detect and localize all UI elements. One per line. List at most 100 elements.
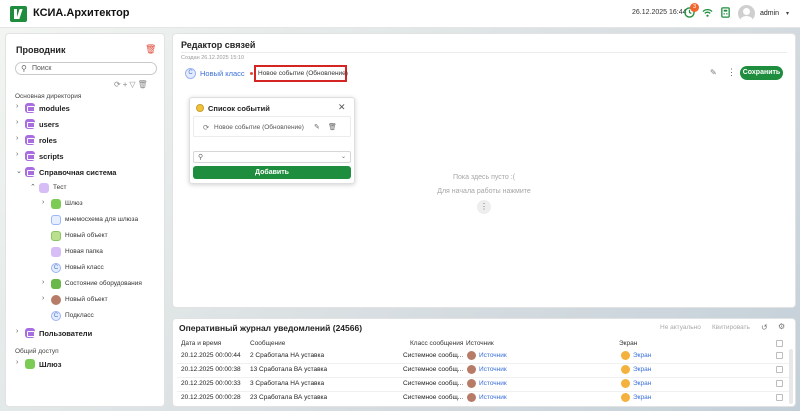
add-button[interactable]: Добавить bbox=[193, 166, 351, 179]
user-name[interactable]: admin bbox=[760, 10, 779, 17]
explorer-title: Проводник bbox=[16, 45, 66, 55]
class-icon: C bbox=[51, 311, 61, 321]
avatar bbox=[467, 365, 476, 374]
column-header-message: Сообщение bbox=[250, 340, 286, 347]
events-popup: Список событий ✕ ⟳ Новое событие (Обновл… bbox=[189, 97, 355, 184]
pencil-icon[interactable]: ✎ bbox=[710, 68, 717, 77]
folder-icon bbox=[25, 328, 35, 338]
chevron-down-icon[interactable]: ▾ bbox=[786, 10, 789, 17]
empty-hint: Для начала работы нажмите bbox=[437, 188, 531, 195]
chevron-right-icon[interactable]: › bbox=[16, 119, 18, 126]
class-icon: C bbox=[185, 68, 196, 79]
more-icon[interactable]: ⋮ bbox=[477, 200, 491, 214]
chevron-down-icon: ⌄ bbox=[341, 154, 347, 160]
mnemo-icon bbox=[51, 215, 61, 225]
table-row[interactable]: 20.12.2025 00:00:38 13 Сработала ВА уста… bbox=[173, 364, 795, 377]
history-icon[interactable]: ↺ bbox=[761, 323, 768, 332]
app-title: КСИА.Архитектор bbox=[33, 7, 130, 19]
pencil-icon[interactable]: ✎ bbox=[314, 123, 320, 131]
chevron-right-icon[interactable]: › bbox=[42, 199, 44, 206]
clock: 26.12.2025 16:44 bbox=[632, 9, 687, 16]
search-placeholder: Поиск bbox=[32, 65, 52, 72]
row-checkbox[interactable] bbox=[776, 366, 783, 373]
breadcrumb-class[interactable]: Новый класс bbox=[200, 69, 245, 78]
chevron-right-icon[interactable]: › bbox=[16, 359, 18, 366]
search-icon: ⚲ bbox=[198, 154, 204, 161]
main-directory-label: Основная директория bbox=[15, 93, 82, 100]
scrollbar[interactable] bbox=[789, 349, 793, 404]
column-header-source: Источник bbox=[466, 340, 494, 347]
table-row[interactable]: 20.12.2025 00:00:28 23 Сработала ВА уста… bbox=[173, 392, 795, 405]
shared-access-label: Общий доступ bbox=[15, 348, 59, 355]
refresh-icon: ⟳ bbox=[203, 123, 210, 132]
chevron-up-icon[interactable]: ⌃ bbox=[30, 183, 36, 191]
folder-icon bbox=[25, 167, 35, 177]
calculator-icon[interactable] bbox=[720, 7, 731, 18]
chevron-right-icon[interactable]: › bbox=[16, 328, 18, 335]
trash-icon[interactable]: 🗑 bbox=[145, 44, 156, 55]
close-icon[interactable]: ✕ bbox=[338, 102, 346, 113]
gateway-icon bbox=[51, 199, 61, 209]
event-row[interactable]: ⟳ Новое событие (Обновление) ✎ 🗑 bbox=[193, 116, 351, 137]
gateway-icon bbox=[25, 359, 35, 369]
wifi-icon[interactable] bbox=[702, 7, 713, 18]
more-icon[interactable]: ⋮ bbox=[727, 67, 736, 78]
trash-icon[interactable]: 🗑 bbox=[328, 123, 337, 131]
top-bar: КСИА.Архитектор 26.12.2025 16:44 3 admin… bbox=[0, 0, 800, 28]
row-checkbox[interactable] bbox=[776, 352, 783, 359]
chevron-right-icon[interactable]: › bbox=[16, 103, 18, 110]
chevron-right-icon[interactable]: › bbox=[16, 135, 18, 142]
notification-badge[interactable]: 3 bbox=[690, 3, 699, 12]
chevron-right-icon[interactable]: › bbox=[42, 295, 44, 302]
avatar bbox=[467, 393, 476, 402]
column-header-time: Дата и время bbox=[181, 340, 222, 347]
journal-title: Оперативный журнал уведомлений (24566) bbox=[179, 323, 363, 333]
not-actual-button[interactable]: Не актуально bbox=[660, 324, 701, 331]
select-all-checkbox[interactable] bbox=[776, 340, 783, 347]
state-icon bbox=[51, 279, 61, 289]
empty-title: Пока здесь пусто :( bbox=[452, 174, 516, 181]
object-icon bbox=[51, 231, 61, 241]
folder-icon bbox=[39, 183, 49, 193]
folder-icon bbox=[51, 247, 61, 257]
object-icon bbox=[51, 295, 61, 305]
explorer-panel: Проводник 🗑 ⚲ Поиск ⟳+▽🗑 Основная директ… bbox=[5, 33, 165, 407]
explorer-toolbar[interactable]: ⟳+▽🗑 bbox=[114, 80, 150, 89]
row-checkbox[interactable] bbox=[776, 394, 783, 401]
avatar bbox=[467, 379, 476, 388]
chevron-down-icon[interactable]: ⌄ bbox=[16, 167, 22, 175]
user-avatar[interactable] bbox=[738, 5, 755, 22]
breadcrumb-separator bbox=[250, 72, 253, 75]
folder-icon bbox=[25, 135, 35, 145]
class-icon: C bbox=[51, 263, 61, 273]
gear-icon[interactable]: ⚙ bbox=[778, 322, 785, 331]
editor-title: Редактор связей bbox=[181, 40, 256, 50]
quit-button[interactable]: Квитировать bbox=[712, 324, 750, 331]
divider bbox=[181, 52, 787, 53]
avatar bbox=[467, 351, 476, 360]
table-row[interactable]: 20.12.2025 00:00:33 3 Сработала НА устав… bbox=[173, 378, 795, 391]
chevron-right-icon[interactable]: › bbox=[42, 279, 44, 286]
column-header-class: Класс сообщения bbox=[410, 340, 464, 347]
created-date: Создан 26.12.2025 15:10 bbox=[181, 55, 245, 61]
folder-icon bbox=[25, 119, 35, 129]
folder-icon bbox=[25, 103, 35, 113]
events-title: Список событий bbox=[208, 104, 270, 113]
notification-journal: Оперативный журнал уведомлений (24566) Н… bbox=[172, 318, 796, 407]
row-checkbox[interactable] bbox=[776, 380, 783, 387]
search-icon: ⚲ bbox=[21, 64, 27, 73]
save-button[interactable]: Сохранить bbox=[740, 66, 783, 80]
screen-icon bbox=[621, 393, 630, 402]
search-input[interactable]: ⚲ Поиск bbox=[15, 62, 157, 75]
event-label: Новое событие (Обновление) bbox=[214, 124, 304, 131]
breadcrumb-active[interactable]: Новое событие (Обновление) bbox=[258, 70, 348, 77]
chevron-right-icon[interactable]: › bbox=[16, 151, 18, 158]
table-row[interactable]: 20.12.2025 00:00:44 2 Сработала НА устав… bbox=[173, 350, 795, 363]
screen-icon bbox=[621, 365, 630, 374]
event-list-icon bbox=[196, 104, 204, 112]
app-logo[interactable] bbox=[10, 6, 27, 22]
screen-icon bbox=[621, 379, 630, 388]
folder-icon bbox=[25, 151, 35, 161]
screen-icon bbox=[621, 351, 630, 360]
event-select[interactable]: ⚲ ⌄ bbox=[193, 151, 351, 163]
